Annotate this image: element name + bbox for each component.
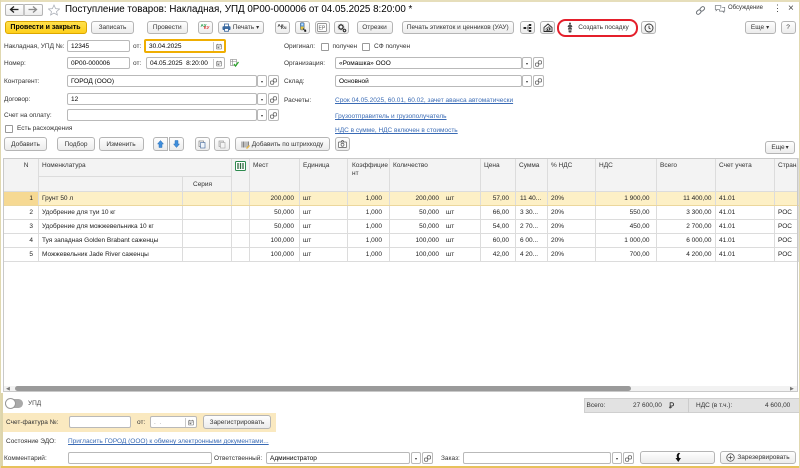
svg-text:ЕР: ЕР (319, 26, 326, 32)
